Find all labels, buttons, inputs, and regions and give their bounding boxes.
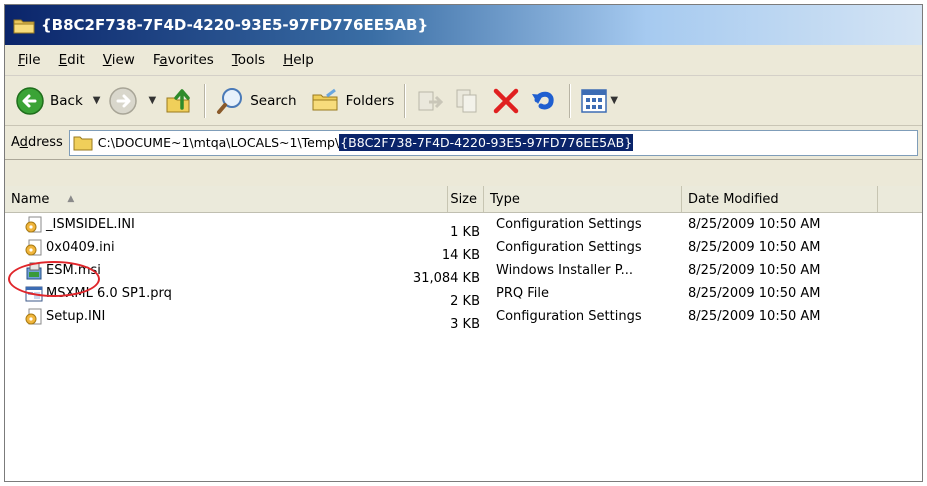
- file-name: 0x0409.ini: [46, 240, 115, 255]
- column-header-date[interactable]: Date Modified: [682, 186, 878, 212]
- column-header-type[interactable]: Type: [484, 186, 682, 212]
- file-date: 8/25/2009 10:50 AM: [688, 217, 821, 232]
- move-to-icon: [418, 91, 444, 110]
- column-size-label: Size: [450, 191, 477, 207]
- ini-settings-icon: [25, 308, 42, 324]
- file-type: Windows Installer P...: [496, 263, 633, 278]
- column-header-name[interactable]: Name ▲: [5, 186, 448, 212]
- column-type-label: Type: [490, 191, 520, 207]
- folders-button[interactable]: Folders: [307, 81, 399, 121]
- folder-icon: [13, 19, 35, 33]
- menu-edit[interactable]: Edit: [50, 48, 94, 72]
- address-path-prefix: C:\DOCUME~1\mtqa\LOCALS~1\Temp\: [97, 135, 340, 150]
- column-name-label: Name: [11, 191, 50, 207]
- file-name: Setup.INI: [46, 309, 106, 324]
- file-name: _ISMSIDEL.INI: [46, 217, 135, 232]
- sort-ascending-icon: ▲: [67, 194, 75, 204]
- file-size: 3 KB: [450, 316, 480, 332]
- up-folder-icon: [166, 88, 190, 112]
- menu-view[interactable]: View: [94, 48, 144, 72]
- file-type: Configuration Settings: [496, 309, 642, 324]
- folders-icon: [312, 88, 338, 110]
- forward-dropdown-icon[interactable]: ▼: [148, 95, 156, 106]
- search-icon: [217, 87, 243, 114]
- file-date: 8/25/2009 10:50 AM: [688, 240, 821, 255]
- file-row[interactable]: MSXML 6.0 SP1.prq 2 KB PRQ File 8/25/200…: [5, 282, 922, 309]
- file-row[interactable]: _ISMSIDEL.INI 1 KB Configuration Setting…: [5, 213, 922, 240]
- address-label: Address: [11, 135, 63, 150]
- file-row[interactable]: ESM.msi 31,084 KB Windows Installer P...…: [5, 259, 922, 286]
- views-button[interactable]: ▼: [576, 81, 626, 121]
- file-row[interactable]: 0x0409.ini 14 KB Configuration Settings …: [5, 236, 922, 263]
- back-button[interactable]: Back: [11, 81, 87, 121]
- menu-file[interactable]: File: [9, 48, 50, 72]
- folders-label: Folders: [345, 92, 395, 109]
- undo-icon: [532, 91, 554, 109]
- copy-to-icon: [456, 89, 477, 112]
- address-path-selected: {B8C2F738-7F4D-4220-93E5-97FD776EE5AB}: [339, 134, 634, 151]
- file-date: 8/25/2009 10:50 AM: [688, 309, 821, 324]
- column-date-label: Date Modified: [688, 191, 779, 207]
- column-header-row: Name ▲ Size Type Date Modified: [5, 186, 922, 213]
- column-header-empty: [878, 186, 922, 212]
- search-button[interactable]: Search: [211, 81, 300, 121]
- forward-arrow-icon: [109, 86, 138, 115]
- menu-help[interactable]: Help: [274, 48, 323, 72]
- file-type: Configuration Settings: [496, 217, 642, 232]
- ini-settings-icon: [25, 239, 42, 255]
- menu-favorites[interactable]: Favorites: [144, 48, 223, 72]
- file-row[interactable]: Setup.INI 3 KB Configuration Settings 8/…: [5, 305, 922, 332]
- toolbar-separator: [404, 83, 406, 118]
- annotation-circle: [8, 261, 100, 297]
- address-bar: Address C:\DOCUME~1\mtqa\LOCALS~1\Temp\{…: [5, 126, 922, 160]
- search-label: Search: [250, 92, 297, 109]
- file-rows: _ISMSIDEL.INI 1 KB Configuration Setting…: [5, 213, 922, 332]
- title-bar[interactable]: {B8C2F738-7F4D-4220-93E5-97FD776EE5AB}: [5, 5, 922, 45]
- address-input[interactable]: C:\DOCUME~1\mtqa\LOCALS~1\Temp\ {B8C2F738…: [68, 129, 918, 156]
- toolbar-separator: [569, 83, 571, 118]
- file-list: Name ▲ Size Type Date Modified _ISMSIDEL…: [5, 186, 922, 481]
- toolbar-separator: [204, 83, 206, 118]
- menu-bar: File Edit View Favorites Tools Help: [5, 45, 922, 76]
- views-dropdown-icon: ▼: [610, 95, 619, 106]
- file-date: 8/25/2009 10:50 AM: [688, 286, 821, 301]
- copy-to-button[interactable]: [449, 81, 487, 121]
- back-dropdown-icon[interactable]: ▼: [93, 95, 101, 106]
- ini-settings-icon: [25, 216, 42, 232]
- undo-button[interactable]: [525, 81, 563, 121]
- delete-button[interactable]: [487, 81, 525, 121]
- back-label: Back: [50, 92, 83, 109]
- window-title: {B8C2F738-7F4D-4220-93E5-97FD776EE5AB}: [41, 16, 429, 34]
- move-to-button[interactable]: [411, 81, 449, 121]
- folder-icon: [73, 136, 93, 150]
- delete-icon: [494, 88, 519, 113]
- column-header-size[interactable]: Size: [448, 186, 484, 212]
- explorer-window: {B8C2F738-7F4D-4220-93E5-97FD776EE5AB} F…: [4, 4, 923, 482]
- views-icon: [581, 88, 608, 113]
- toolbar: Back ▼ ▼ Search Folders ▼: [5, 76, 922, 126]
- forward-button[interactable]: [104, 81, 142, 121]
- back-arrow-icon: [16, 86, 44, 115]
- up-folder-button[interactable]: [160, 81, 198, 121]
- file-type: Configuration Settings: [496, 240, 642, 255]
- file-type: PRQ File: [496, 286, 549, 301]
- file-date: 8/25/2009 10:50 AM: [688, 263, 821, 278]
- menu-tools[interactable]: Tools: [223, 48, 274, 72]
